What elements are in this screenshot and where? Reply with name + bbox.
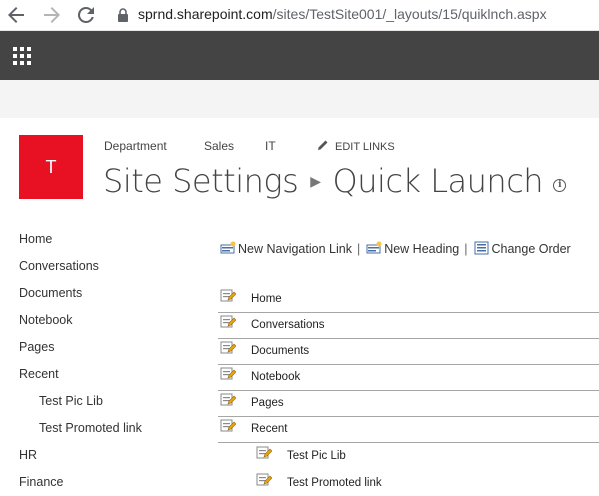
- new-link-icon: [220, 241, 236, 254]
- link-row[interactable]: Documents: [218, 339, 599, 365]
- left-nav-item[interactable]: Pages: [19, 340, 54, 354]
- link-row[interactable]: Conversations: [218, 313, 599, 339]
- left-nav-item[interactable]: Documents: [19, 286, 82, 300]
- edit-links-button[interactable]: EDIT LINKS: [317, 139, 395, 153]
- link-label: Notebook: [251, 371, 301, 383]
- breadcrumb-separator-icon: ▶: [310, 174, 321, 190]
- browser-toolbar: sprnd.sharepoint.com/sites/TestSite001/_…: [0, 0, 599, 31]
- change-order-icon: [474, 241, 488, 255]
- url-host: sprnd.sharepoint.com: [138, 6, 273, 22]
- left-nav-item[interactable]: Home: [19, 232, 52, 246]
- new-navigation-link-button[interactable]: New Navigation Link: [220, 241, 352, 256]
- edit-link-icon: [256, 446, 272, 459]
- link-row-child[interactable]: Test Pic Lib: [218, 444, 599, 469]
- link-label: Documents: [251, 345, 310, 357]
- link-label: Pages: [251, 397, 284, 409]
- left-nav-item[interactable]: Recent: [19, 367, 59, 381]
- edit-link-icon: [220, 393, 236, 406]
- link-label: Test Pic Lib: [287, 450, 346, 462]
- top-nav-item-sales[interactable]: Sales: [204, 139, 234, 153]
- pencil-icon: [318, 140, 328, 150]
- edit-link-icon: [220, 289, 236, 302]
- top-nav-item-department[interactable]: Department: [104, 139, 167, 153]
- page-title: Site Settings ▶ Quick Launch i: [103, 162, 567, 200]
- left-nav-item[interactable]: HR: [19, 448, 37, 462]
- arrow-right-icon[interactable]: [40, 3, 64, 27]
- url-path: /sites/TestSite001/_layouts/15/quiklnch.…: [272, 6, 547, 22]
- left-nav-item[interactable]: Notebook: [19, 313, 73, 327]
- edit-link-icon: [220, 367, 236, 380]
- link-label: Recent: [251, 423, 288, 435]
- toolbar-separator: |: [356, 242, 361, 256]
- change-order-button[interactable]: Change Order: [474, 241, 571, 256]
- top-nav-item-it[interactable]: IT: [265, 139, 276, 153]
- lock-icon: [117, 8, 129, 22]
- breadcrumb-site-settings[interactable]: Site Settings: [103, 162, 299, 200]
- quick-launch-toolbar: New Navigation Link | New Heading | Change O…: [220, 241, 571, 256]
- new-heading-button[interactable]: New Heading: [366, 241, 460, 256]
- edit-link-icon: [220, 315, 236, 328]
- link-row-child[interactable]: Test Promoted link: [218, 471, 599, 496]
- reload-icon[interactable]: [74, 3, 98, 27]
- toolbar-separator: |: [464, 242, 468, 256]
- link-row[interactable]: Home: [218, 287, 599, 313]
- link-label: Conversations: [251, 319, 325, 331]
- waffle-icon[interactable]: [13, 47, 31, 65]
- left-nav-subitem[interactable]: Test Promoted link: [39, 421, 142, 435]
- edit-link-icon: [256, 473, 272, 486]
- breadcrumb-quick-launch: Quick Launch: [332, 162, 544, 200]
- left-nav-subitem[interactable]: Test Pic Lib: [39, 394, 103, 408]
- left-nav-item[interactable]: Conversations: [19, 259, 99, 273]
- edit-link-icon: [220, 341, 236, 354]
- new-navigation-link-label: New Navigation Link: [238, 242, 352, 256]
- link-row[interactable]: Recent: [218, 417, 599, 443]
- link-label: Test Promoted link: [287, 477, 382, 489]
- ribbon-bar: [0, 80, 599, 118]
- new-heading-label: New Heading: [384, 242, 460, 256]
- link-label: Home: [251, 293, 282, 305]
- arrow-left-icon[interactable]: [4, 3, 28, 27]
- suite-bar: [0, 31, 599, 80]
- left-nav-item[interactable]: Finance: [19, 475, 63, 489]
- link-row[interactable]: Pages: [218, 391, 599, 417]
- edit-links-label: EDIT LINKS: [335, 141, 395, 153]
- link-row[interactable]: Notebook: [218, 365, 599, 391]
- site-logo[interactable]: T: [19, 135, 83, 199]
- edit-link-icon: [220, 419, 236, 432]
- change-order-label: Change Order: [491, 242, 571, 256]
- address-bar[interactable]: sprnd.sharepoint.com/sites/TestSite001/_…: [138, 6, 547, 22]
- new-heading-icon: [366, 241, 382, 254]
- info-icon[interactable]: i: [553, 179, 567, 192]
